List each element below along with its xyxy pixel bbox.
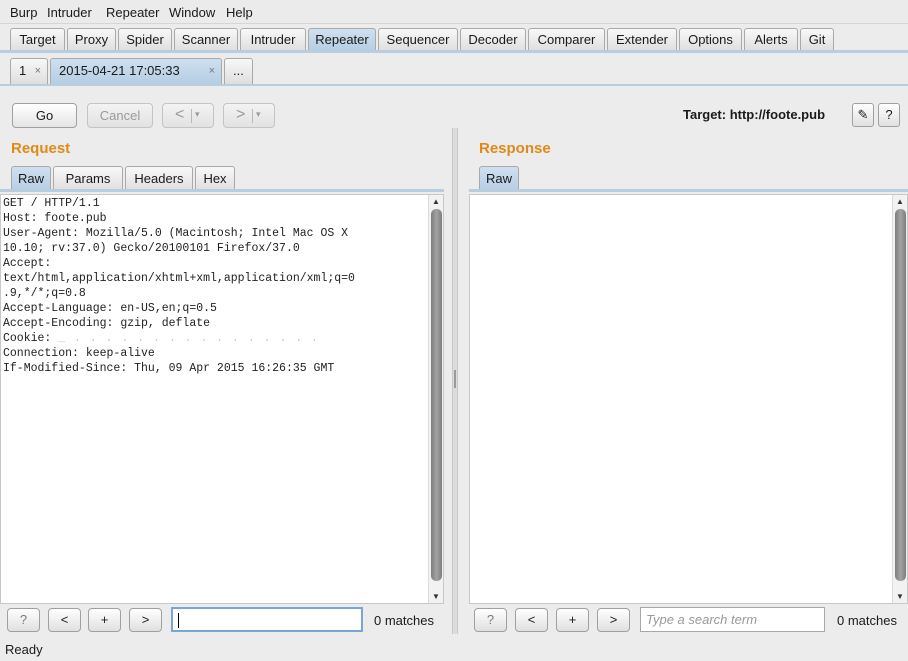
request-text[interactable]: GET / HTTP/1.1 Host: foote.pub User-Agen… [1,195,443,376]
request-search-help-button[interactable]: ? [7,608,40,632]
tab-comparer[interactable]: Comparer [528,28,605,51]
tab-options[interactable]: Options [679,28,742,51]
tab-sequencer[interactable]: Sequencer [378,28,458,51]
cookie-value-redacted: _ . . . . . . . . . . . . . . . . [58,332,319,345]
menu-burp[interactable]: Burp [10,5,37,20]
pencil-icon: ✎ [857,107,869,122]
menu-repeater[interactable]: Repeater [106,5,159,20]
response-tab-raw[interactable]: Raw [479,166,519,191]
chevron-down-icon: ▾ [195,109,200,119]
target-label: Target: http://foote.pub [683,107,826,122]
edit-target-button[interactable]: ✎ [852,103,874,127]
repeater-tab-bar: 1 × 2015-04-21 17:05:33 × ... [0,56,908,86]
request-search-input[interactable] [171,607,363,632]
response-search-prev-button[interactable]: < [515,608,548,632]
close-icon[interactable]: × [35,59,41,83]
request-tab-hex[interactable]: Hex [195,166,235,191]
response-matches: 0 matches [837,613,897,628]
request-line: .9,*/*;q=0.8 [3,287,86,300]
response-tab-underline [469,189,908,192]
menu-intruder[interactable]: Intruder [47,5,92,20]
tab-target[interactable]: Target [10,28,65,51]
menu-window[interactable]: Window [169,5,215,20]
help-button[interactable]: ? [878,103,900,127]
split-divider[interactable] [452,128,458,634]
scroll-up-icon[interactable]: ▲ [432,197,440,206]
response-scrollbar[interactable]: ▲ ▼ [892,195,907,603]
tab-proxy[interactable]: Proxy [67,28,116,51]
request-line: If-Modified-Since: Thu, 09 Apr 2015 16:2… [3,362,335,375]
scroll-up-icon[interactable]: ▲ [896,197,904,206]
scroll-thumb[interactable] [431,209,442,581]
repeater-tab-2[interactable]: 2015-04-21 17:05:33 × [50,58,222,84]
scroll-down-icon[interactable]: ▼ [432,592,440,601]
request-search-add-button[interactable]: + [88,608,121,632]
request-search-next-button[interactable]: > [129,608,162,632]
response-title: Response [479,140,551,157]
request-line: Accept-Encoding: gzip, deflate [3,317,211,330]
response-search-help-button[interactable]: ? [474,608,507,632]
tab-spider[interactable]: Spider [118,28,172,51]
request-line: 10.10; rv:37.0) Gecko/20100101 Firefox/3… [3,242,300,255]
request-line: User-Agent: Mozilla/5.0 (Macintosh; Inte… [3,227,349,240]
close-icon[interactable]: × [209,59,215,83]
response-search-next-button[interactable]: > [597,608,630,632]
divider-grip[interactable] [454,370,456,388]
tab-scanner[interactable]: Scanner [174,28,238,51]
forward-button[interactable]: > ▾ [223,103,275,128]
main-tab-bar: Target Proxy Spider Scanner Intruder Rep… [0,26,908,53]
chevron-right-icon: > [236,106,246,123]
new-tab-button[interactable]: ... [224,58,253,84]
request-search-prev-button[interactable]: < [48,608,81,632]
cancel-button[interactable]: Cancel [87,103,153,128]
repeater-tab-1-label: 1 [19,63,27,78]
request-line: Connection: keep-alive [3,347,155,360]
scroll-down-icon[interactable]: ▼ [896,592,904,601]
tab-intruder[interactable]: Intruder [240,28,306,51]
back-button[interactable]: < ▾ [162,103,214,128]
go-button[interactable]: Go [12,103,77,128]
menu-help[interactable]: Help [226,5,253,20]
tab-decoder[interactable]: Decoder [460,28,526,51]
request-line: text/html,application/xhtml+xml,applicat… [3,272,355,285]
tab-alerts[interactable]: Alerts [744,28,798,51]
tab-git[interactable]: Git [800,28,834,51]
question-icon: ? [885,107,893,122]
response-search-input[interactable] [640,607,825,632]
tab-repeater[interactable]: Repeater [308,28,376,51]
request-line: Host: foote.pub [3,212,107,225]
request-tab-raw[interactable]: Raw [11,166,51,191]
request-title: Request [11,140,71,157]
request-line: Accept-Language: en-US,en;q=0.5 [3,302,217,315]
request-line: GET / HTTP/1.1 [3,197,100,210]
request-tab-params[interactable]: Params [53,166,123,191]
response-editor[interactable]: ▲ ▼ [469,194,908,604]
request-matches: 0 matches [374,613,434,628]
text-caret [178,613,179,628]
response-search-add-button[interactable]: + [556,608,589,632]
separator [252,109,253,123]
separator [191,109,192,123]
tab-extender[interactable]: Extender [607,28,677,51]
request-tab-underline [0,189,444,192]
request-scrollbar[interactable]: ▲ ▼ [428,195,443,603]
repeater-tab-1[interactable]: 1 × [10,58,48,84]
scroll-thumb[interactable] [895,209,906,581]
cookie-label: Cookie: [3,332,59,345]
chevron-left-icon: < [175,106,185,123]
request-line: Accept: [3,257,52,270]
repeater-tab-2-label: 2015-04-21 17:05:33 [59,63,180,78]
request-tab-headers[interactable]: Headers [125,166,193,191]
chevron-down-icon: ▾ [256,109,261,119]
status-text: Ready [5,642,43,657]
menu-bar: Burp Intruder Repeater Window Help [0,0,908,24]
request-editor[interactable]: GET / HTTP/1.1 Host: foote.pub User-Agen… [0,194,444,604]
